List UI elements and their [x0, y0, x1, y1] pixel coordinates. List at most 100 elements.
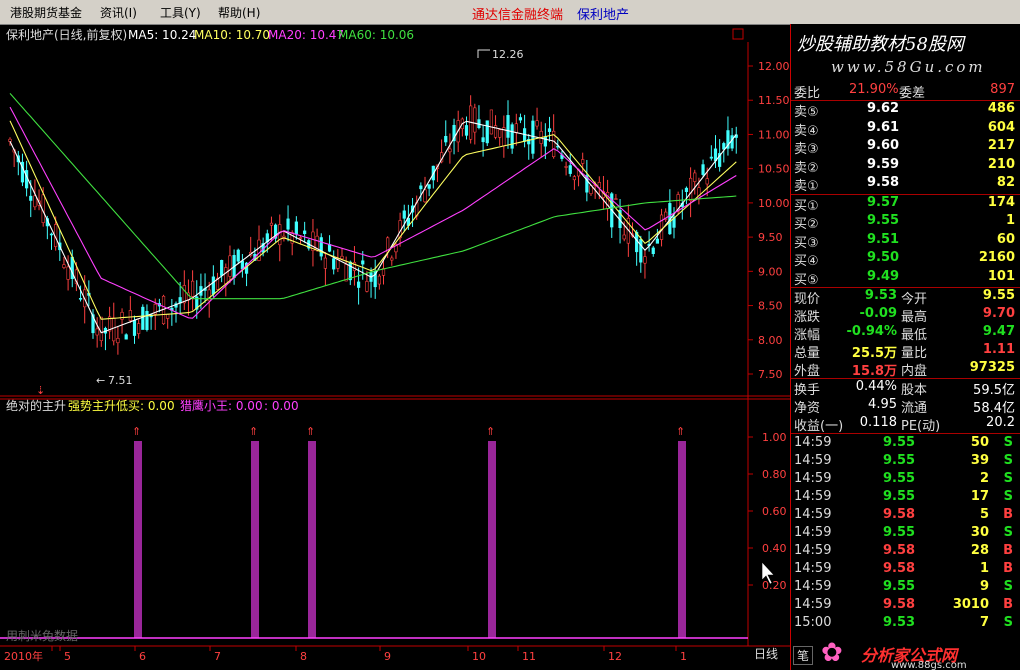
sell-row[interactable]: 卖③ 9.60 217: [791, 138, 1020, 157]
candle-body: [269, 222, 274, 226]
price-tick-label: 7.50: [758, 368, 783, 381]
buy-price: 9.50: [867, 250, 900, 265]
app-title-link[interactable]: 通达信金融终端: [472, 4, 563, 23]
price-tick-label: 8.50: [758, 300, 783, 313]
buy-row[interactable]: 买⑤ 9.49 101: [791, 268, 1020, 288]
trade-volume: 30: [970, 525, 989, 540]
buy-price: 9.57: [867, 194, 900, 210]
candle-body: [506, 115, 510, 138]
sell-volume: 82: [996, 175, 1015, 190]
indicator-value3: : 0.00: [264, 399, 299, 413]
stat-value-2: 58.4亿: [973, 401, 1015, 416]
candle-body: [693, 172, 697, 182]
trade-time: 15:00: [794, 615, 832, 630]
buy-signal-icon: ⇑: [486, 425, 495, 438]
candle-body: [518, 117, 523, 121]
quote-row: 现价 9.53 今开 9.55: [791, 288, 1020, 307]
trade-time: 14:59: [794, 453, 832, 468]
quote-value: 25.5万: [851, 346, 897, 361]
candlestick-series: [8, 95, 738, 355]
trade-volume: 7: [979, 615, 989, 630]
tab-trades[interactable]: 笔: [793, 646, 814, 665]
brand-title: 炒股辅助教材58股网: [797, 34, 964, 55]
candle-body: [128, 310, 132, 321]
low-arrow-icon: ←: [96, 374, 105, 387]
trade-side: S: [1003, 453, 1013, 468]
menu-help[interactable]: 帮助(H): [218, 4, 260, 21]
trade-volume: 28: [970, 543, 989, 558]
candle-body: [485, 120, 489, 144]
buy-signal-icon: ⇑: [249, 425, 258, 438]
buy-row[interactable]: 买② 9.55 1: [791, 213, 1020, 232]
price-tick-label: 9.00: [758, 265, 783, 278]
chart-svg[interactable]: 12.0011.5011.0010.5010.009.509.008.508.0…: [0, 24, 790, 670]
stat-value-2: 59.5亿: [973, 383, 1015, 398]
time-label: 10: [472, 650, 486, 663]
quote-label: 现价: [794, 292, 821, 307]
candle-body: [278, 224, 282, 246]
stat-row: 净资 4.95 流通 58.4亿: [791, 397, 1020, 416]
ma5-legend: MA5: 10.24: [128, 28, 196, 42]
candle-body: [444, 135, 448, 143]
sell-row[interactable]: 卖④ 9.61 604: [791, 120, 1020, 139]
trade-side: S: [1003, 489, 1013, 504]
candle-body: [228, 255, 232, 277]
trade-side: B: [1003, 507, 1013, 522]
sell-row[interactable]: 卖① 9.58 82: [791, 175, 1020, 194]
quote-label-2: 最高: [901, 310, 928, 325]
candle-body: [614, 198, 618, 200]
trade-price: 9.55: [883, 471, 916, 486]
quote-row: 总量 25.5万 量比 1.11: [791, 342, 1020, 361]
candle-body: [332, 258, 336, 270]
price-tick-label: 9.50: [758, 231, 783, 244]
trade-volume: 39: [970, 453, 989, 468]
candle-body: [240, 260, 245, 270]
sell-row[interactable]: 卖⑤ 9.62 486: [791, 101, 1020, 120]
trade-price: 9.58: [883, 543, 916, 558]
period-label[interactable]: 日线: [754, 647, 778, 661]
candle-body: [535, 120, 539, 127]
sell-price: 9.60: [867, 138, 900, 153]
trade-row: 14:59 9.58 1 B: [791, 561, 1020, 579]
time-axis: 2010年 5 6 7 8 9 10 11 12 1: [4, 646, 687, 663]
candle-body: [464, 125, 469, 136]
time-label: 7: [214, 650, 221, 663]
candle-body: [581, 159, 585, 164]
ind-tick-label: 0.80: [762, 468, 787, 481]
menu-news[interactable]: 资讯(I): [100, 4, 137, 21]
buy-volume: 1: [1005, 213, 1015, 228]
buy-price: 9.49: [867, 268, 900, 284]
ma60-legend: MA60: 10.06: [338, 28, 414, 42]
ma10-legend: MA10: 10.70: [194, 28, 270, 42]
candle-body: [344, 264, 348, 282]
indicator-line2: 猎鹰小王: 0.00: [180, 398, 263, 413]
candle-body: [99, 316, 103, 342]
quote-row: 涨幅 -0.94% 最低 9.47: [791, 324, 1020, 343]
time-label: 9: [384, 650, 391, 663]
stat-value-2: 20.2: [986, 415, 1015, 430]
footer-logo: 笔 ✿ 分析家公式网 www.88gs.com: [791, 638, 1020, 670]
trade-side: B: [1003, 561, 1013, 576]
time-label: 12: [608, 650, 622, 663]
buy-row[interactable]: 买① 9.57 174: [791, 194, 1020, 214]
menu-tools[interactable]: 工具(Y): [160, 4, 201, 21]
buy-signal-icon: ⇑: [306, 425, 315, 438]
candle-body: [356, 281, 361, 288]
event-marker-icon[interactable]: ⇣: [36, 384, 45, 397]
buy-row[interactable]: 买③ 9.51 60: [791, 232, 1020, 251]
buy-signal-icon: ⇑: [676, 425, 685, 438]
chart-option-box-icon[interactable]: [732, 28, 744, 40]
quote-value: -0.09: [859, 306, 897, 321]
candle-body: [145, 310, 149, 330]
trade-row: 14:59 9.55 9 S: [791, 579, 1020, 597]
kline-chart-area[interactable]: 12.00 11.50 11.00 10.50 10.00 9.50 9.00 8.50 8.0…: [0, 24, 790, 670]
sell-row[interactable]: 卖② 9.59 210: [791, 157, 1020, 176]
logo-url: www.88gs.com: [891, 660, 967, 670]
trade-side: B: [1003, 543, 1013, 558]
high-label: 12.26: [492, 48, 524, 61]
candle-body: [568, 165, 572, 174]
stat-label-2: 股本: [901, 383, 928, 398]
buy-row[interactable]: 买④ 9.50 2160: [791, 250, 1020, 269]
sell-label: 卖③: [794, 142, 819, 157]
menu-hk-futures[interactable]: 港股期货基金: [10, 4, 82, 21]
